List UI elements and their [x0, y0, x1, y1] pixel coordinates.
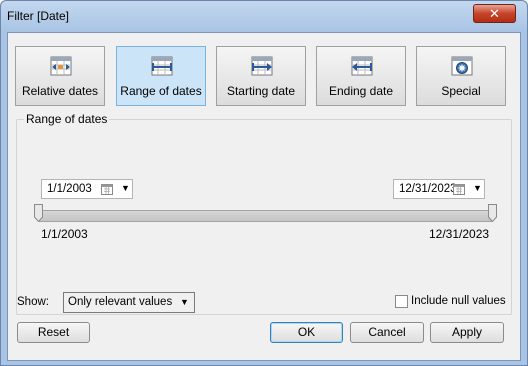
filter-dialog: Filter [Date] ✕ Relative dates Range of … [0, 0, 528, 366]
start-date-field[interactable]: 1/1/2003 ▼ [41, 179, 133, 199]
apply-button[interactable]: Apply [430, 322, 504, 343]
end-date-value: 12/31/2023 [399, 183, 457, 195]
chevron-down-icon[interactable]: ▼ [473, 183, 482, 193]
dialog-body: Relative dates Range of dates Starting d… [7, 32, 521, 361]
mode-label: Ending date [328, 84, 394, 98]
special-icon [451, 56, 473, 76]
chevron-down-icon: ▼ [180, 297, 189, 307]
start-date-value: 1/1/2003 [47, 183, 92, 195]
reset-button[interactable]: Reset [17, 322, 90, 343]
include-null-label[interactable]: Include null values [411, 295, 506, 307]
ending-date-button[interactable]: Ending date [316, 46, 406, 106]
range-slider-start-handle[interactable] [34, 204, 43, 222]
group-label: Range of dates [24, 112, 110, 126]
range-of-dates-button[interactable]: Range of dates [116, 46, 206, 106]
starting-date-icon [251, 56, 273, 76]
relative-dates-button[interactable]: Relative dates [15, 46, 105, 106]
ending-date-icon [351, 56, 373, 76]
window-title: Filter [Date] [7, 9, 70, 23]
special-button[interactable]: Special [416, 46, 506, 106]
title-bar[interactable]: Filter [Date] ✕ [1, 1, 527, 31]
close-button[interactable]: ✕ [473, 4, 516, 23]
range-group: Range of dates 1/1/2003 ▼ 12/31/2023 ▼ 1… [16, 112, 512, 315]
mode-label: Range of dates [120, 84, 202, 98]
show-dropdown[interactable]: Only relevant values ▼ [63, 292, 195, 313]
relative-dates-icon [50, 56, 72, 76]
chevron-down-icon[interactable]: ▼ [121, 183, 130, 193]
mode-label: Starting date [226, 84, 296, 98]
include-null-checkbox[interactable] [395, 295, 408, 308]
range-slider-end-handle[interactable] [488, 204, 497, 222]
ok-button[interactable]: OK [270, 322, 343, 343]
mode-label: Relative dates [21, 84, 99, 98]
calendar-icon[interactable] [453, 183, 465, 195]
mode-label: Special [441, 84, 481, 98]
show-dropdown-value: Only relevant values [68, 296, 173, 308]
end-date-field[interactable]: 12/31/2023 ▼ [393, 179, 485, 199]
range-slider-track[interactable] [39, 210, 492, 222]
starting-date-button[interactable]: Starting date [216, 46, 306, 106]
range-of-dates-icon [151, 56, 173, 76]
range-max-label: 12/31/2023 [429, 227, 490, 241]
close-icon: ✕ [489, 6, 500, 21]
range-min-label: 1/1/2003 [41, 227, 88, 241]
show-label: Show: [17, 296, 49, 308]
calendar-icon[interactable] [101, 183, 113, 195]
cancel-button[interactable]: Cancel [350, 322, 424, 343]
